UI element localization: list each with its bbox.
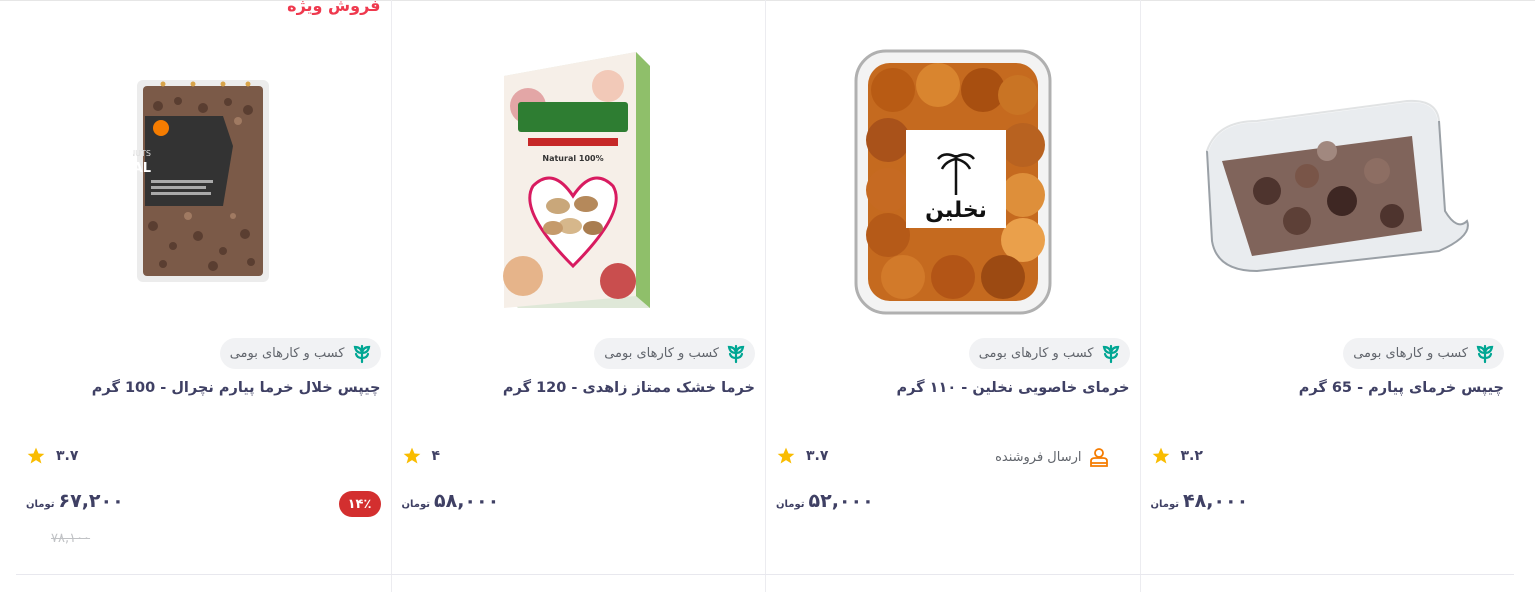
shipping-label: ارسال فروشنده	[995, 449, 1082, 465]
currency-label: تومان	[401, 498, 431, 510]
price-value: ۴۸,۰۰۰	[1183, 490, 1249, 512]
grid-bottom-divider	[16, 574, 1514, 575]
product-image[interactable]: NUTS NATURAL	[16, 38, 391, 323]
date-chips-box-image	[1205, 98, 1470, 272]
package-label: NATURAL	[133, 161, 151, 176]
currency-label: تومان	[26, 498, 55, 510]
badge-label: کسب و کارهای بومی	[604, 346, 719, 361]
old-price: ۷۸,۱۰۰	[51, 531, 91, 546]
local-business-badge: کسب و کارهای بومی	[594, 338, 755, 369]
rating-value: ۳.۷	[56, 448, 79, 464]
price: تومان ۵۸,۰۰۰	[402, 490, 500, 512]
package-label: 100% Natural	[543, 154, 604, 163]
package-label: نخلین	[925, 198, 987, 223]
rating: ۳.۷	[26, 446, 78, 466]
price: تومان ۵۲,۰۰۰	[776, 490, 874, 512]
product-title[interactable]: چیپس خلال خرما پیارم نچرال - 100 گرم	[92, 380, 381, 396]
badge-label: کسب و کارهای بومی	[1353, 346, 1468, 361]
local-business-icon	[1100, 343, 1122, 365]
price-value: ۵۲,۰۰۰	[808, 490, 874, 512]
rating: ۴	[402, 446, 441, 466]
seller-shipping-icon	[1088, 446, 1110, 468]
price: تومان ۴۸,۰۰۰	[1151, 490, 1249, 512]
star-icon	[776, 446, 796, 466]
rating-value: ۳.۲	[1180, 448, 1203, 464]
price-value: ۶۷,۲۰۰	[58, 490, 124, 512]
product-card[interactable]: 100% Natural کسب و کارهای بومی خرما خشک …	[390, 0, 766, 592]
price-value: ۵۸,۰۰۰	[434, 490, 500, 512]
local-business-icon	[1474, 343, 1496, 365]
product-grid: کسب و کارهای بومی چیپس خرمای پیارم - 65 …	[16, 0, 1514, 592]
star-icon	[402, 446, 422, 466]
natural-chips-bag-image: NUTS NATURAL	[133, 79, 270, 282]
local-business-badge: کسب و کارهای بومی	[1343, 338, 1504, 369]
currency-label: تومان	[776, 498, 805, 510]
badge-label: کسب و کارهای بومی	[978, 346, 1094, 361]
product-title[interactable]: چیپس خرمای پیارم - 65 گرم	[1299, 380, 1504, 396]
product-image[interactable]	[1141, 38, 1515, 323]
discount-badge: ۱۴٪	[338, 491, 381, 517]
svg-text:NUTS: NUTS	[133, 149, 151, 158]
rating: ۳.۷	[776, 446, 828, 466]
local-business-icon	[725, 343, 747, 365]
star-icon	[1151, 446, 1171, 466]
product-image[interactable]: 100% Natural	[392, 38, 766, 323]
rating: ۳.۲	[1151, 446, 1203, 466]
rating-value: ۴	[431, 448, 441, 464]
product-card[interactable]: فروش ویژه NUTS NATURAL	[16, 0, 391, 592]
currency-label: تومان	[1150, 498, 1180, 510]
product-title[interactable]: خرمای خاصویی نخلین - ۱۱۰ گرم	[897, 380, 1130, 396]
badge-label: کسب و کارهای بومی	[229, 346, 345, 361]
product-card[interactable]: نخلین کسب و کارهای بومی خرمای خاصویی نخل…	[765, 0, 1140, 592]
price: تومان ۶۷,۲۰۰	[26, 490, 124, 512]
local-business-icon	[351, 343, 373, 365]
rating-value: ۳.۷	[806, 448, 829, 464]
seller-shipping: ارسال فروشنده	[995, 446, 1109, 468]
star-icon	[26, 446, 46, 466]
product-title[interactable]: خرما خشک ممتاز زاهدی - 120 گرم	[503, 380, 755, 396]
product-card[interactable]: کسب و کارهای بومی چیپس خرمای پیارم - 65 …	[1139, 0, 1515, 592]
local-business-badge: کسب و کارهای بومی	[968, 338, 1130, 369]
special-sale-label: فروش ویژه	[287, 0, 381, 15]
zahedi-dates-gift-box-image: 100% Natural	[503, 51, 651, 308]
product-image[interactable]: نخلین	[766, 38, 1140, 323]
nakhlin-dates-box-image: نخلین	[854, 49, 1052, 314]
local-business-badge: کسب و کارهای بومی	[219, 338, 381, 369]
